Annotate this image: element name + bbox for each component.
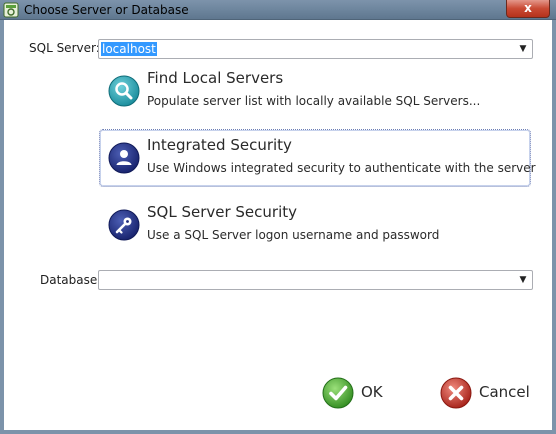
- database-label: Database:: [40, 273, 102, 287]
- close-icon: [440, 377, 472, 409]
- option-description: Populate server list with locally availa…: [147, 94, 481, 108]
- window-title: Choose Server or Database: [24, 3, 189, 17]
- option-title: SQL Server Security: [147, 203, 298, 221]
- find-local-servers-option[interactable]: Find Local Servers Populate server list …: [99, 62, 531, 120]
- search-icon: [108, 75, 140, 107]
- chevron-down-icon[interactable]: ▼: [517, 274, 529, 286]
- cancel-button-label: Cancel: [479, 383, 530, 401]
- ok-button-label: OK: [361, 383, 383, 401]
- checkmark-icon: [322, 377, 354, 409]
- database-combobox[interactable]: ▼: [98, 270, 533, 290]
- integrated-security-option[interactable]: Integrated Security Use Windows integrat…: [99, 129, 536, 187]
- app-icon: [3, 2, 19, 18]
- database-value[interactable]: [101, 273, 103, 287]
- cancel-button[interactable]: Cancel: [440, 377, 530, 411]
- option-description: Use a SQL Server logon username and pass…: [147, 228, 440, 242]
- sql-server-label: SQL Server:: [29, 41, 100, 55]
- sql-server-combobox[interactable]: localhost ▼: [98, 39, 533, 59]
- option-title: Integrated Security: [147, 136, 292, 154]
- chevron-down-icon[interactable]: ▼: [517, 43, 529, 55]
- sql-server-value[interactable]: localhost: [101, 42, 157, 56]
- key-icon: [108, 209, 140, 241]
- option-title: Find Local Servers: [147, 69, 284, 87]
- user-icon: [108, 142, 140, 174]
- sql-server-security-option[interactable]: SQL Server Security Use a SQL Server log…: [99, 196, 531, 254]
- close-button[interactable]: x: [506, 0, 550, 18]
- option-description: Use Windows integrated security to authe…: [147, 161, 536, 175]
- title-bar: Choose Server or Database x: [0, 0, 556, 20]
- ok-button[interactable]: OK: [322, 377, 392, 411]
